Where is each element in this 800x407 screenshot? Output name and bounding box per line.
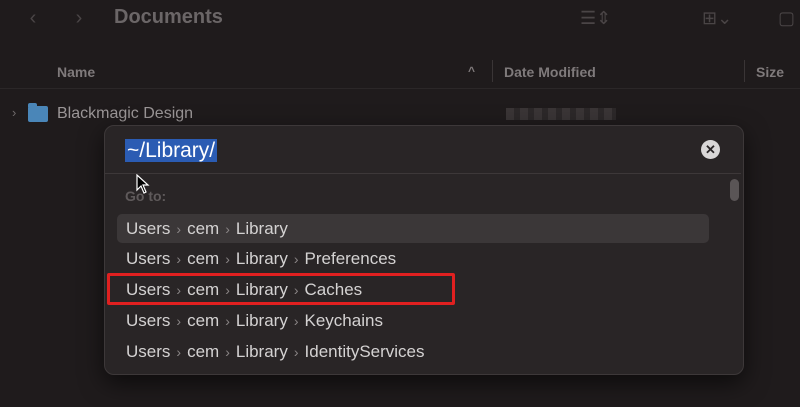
column-divider[interactable] (492, 60, 493, 82)
annotation-highlight-box (107, 273, 455, 305)
path-input-value: ~/Library/ (125, 139, 218, 162)
suggestion-item[interactable]: Users › cem › Library › IdentityServices (117, 337, 709, 366)
sort-ascending-icon[interactable]: ^ (468, 64, 475, 78)
go-to-folder-dialog: ~/Library/ ✕ Go to: Users › cem › Library Us… (104, 125, 744, 375)
column-size[interactable]: Size (756, 64, 784, 80)
column-name[interactable]: Name (57, 64, 95, 80)
path-input[interactable]: ~/Library/ (125, 136, 685, 166)
disclosure-chevron-icon[interactable]: › (12, 105, 16, 120)
column-date-modified[interactable]: Date Modified (504, 64, 596, 80)
divider (105, 173, 741, 174)
column-header: Name ^ Date Modified Size (0, 56, 800, 89)
forward-icon[interactable]: › (68, 6, 90, 30)
date-modified-value (506, 108, 616, 120)
suggestion-item[interactable]: Users › cem › Library › Preferences (117, 244, 709, 273)
folder-icon (28, 103, 48, 122)
column-divider[interactable] (744, 60, 745, 82)
suggestion-item[interactable]: Users › cem › Library › Keychains (117, 306, 709, 335)
finder-toolbar: ‹ › Documents ☰⇕ ⊞⌄ ▢ (0, 0, 800, 40)
back-icon[interactable]: ‹ (22, 6, 44, 30)
grid-view-icon[interactable]: ⊞⌄ (702, 8, 732, 29)
share-icon[interactable]: ▢ (778, 8, 795, 29)
suggestion-item[interactable]: Users › cem › Library (117, 214, 709, 243)
clear-icon[interactable]: ✕ (701, 140, 720, 159)
scrollbar[interactable] (730, 179, 739, 201)
list-view-icon[interactable]: ☰⇕ (580, 8, 611, 29)
file-name: Blackmagic Design (57, 105, 194, 122)
go-to-label: Go to: (125, 188, 167, 204)
window-title: Documents (114, 6, 223, 28)
